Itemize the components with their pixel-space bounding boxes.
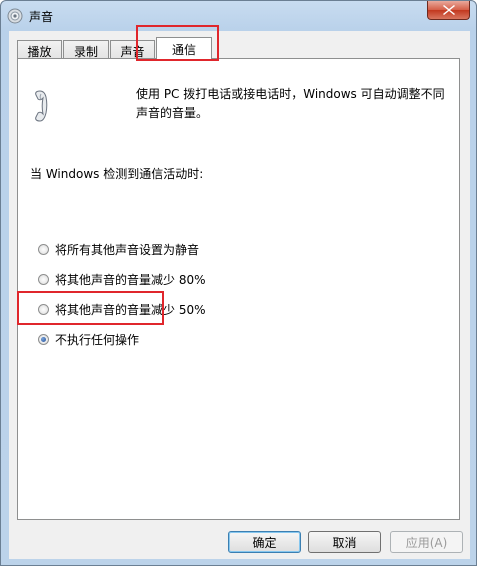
cancel-button[interactable]: 取消 <box>308 531 381 553</box>
communications-panel: 使用 PC 拨打电话或接电话时，Windows 可自动调整不同声音的音量。 当 … <box>17 58 460 520</box>
tab-recording[interactable]: 录制 <box>63 40 109 59</box>
close-icon <box>442 5 455 15</box>
radio-button[interactable] <box>38 273 49 285</box>
sound-dialog: 声音 播放 录制 声音 通信 使用 PC 拨打电话或接电话时，Windows 可… <box>0 0 477 566</box>
tab-sounds[interactable]: 声音 <box>110 40 155 59</box>
radio-reduce-50[interactable]: 将其他声音的音量减少 50% <box>38 300 206 318</box>
dialog-client: 播放 录制 声音 通信 使用 PC 拨打电话或接电话时，Windows 可自动调… <box>9 31 470 559</box>
radio-label: 将其他声音的音量减少 80% <box>55 272 206 287</box>
radio-label: 将其他声音的音量减少 50% <box>55 302 206 317</box>
phone-handset-icon <box>35 90 48 122</box>
close-button[interactable] <box>427 1 470 20</box>
tab-playback[interactable]: 播放 <box>17 40 62 59</box>
tab-communications[interactable]: 通信 <box>156 37 212 60</box>
title-bar[interactable]: 声音 <box>1 1 476 31</box>
window-title: 声音 <box>29 10 54 24</box>
radio-mute-all[interactable]: 将所有其他声音设置为静音 <box>38 240 199 258</box>
apply-button[interactable]: 应用(A) <box>390 531 463 553</box>
radio-do-nothing[interactable]: 不执行任何操作 <box>38 330 139 348</box>
radio-button-checked[interactable] <box>38 333 49 345</box>
radio-label: 将所有其他声音设置为静音 <box>55 242 200 257</box>
ok-button[interactable]: 确定 <box>228 531 301 553</box>
radio-button[interactable] <box>38 243 49 255</box>
speaker-icon <box>7 8 23 24</box>
section-label: 当 Windows 检测到通信活动时: <box>30 167 204 181</box>
radio-label: 不执行任何操作 <box>55 332 140 347</box>
description-text: 使用 PC 拨打电话或接电话时，Windows 可自动调整不同声音的音量。 <box>136 87 445 120</box>
radio-reduce-80[interactable]: 将其他声音的音量减少 80% <box>38 270 206 288</box>
radio-button[interactable] <box>38 303 49 315</box>
